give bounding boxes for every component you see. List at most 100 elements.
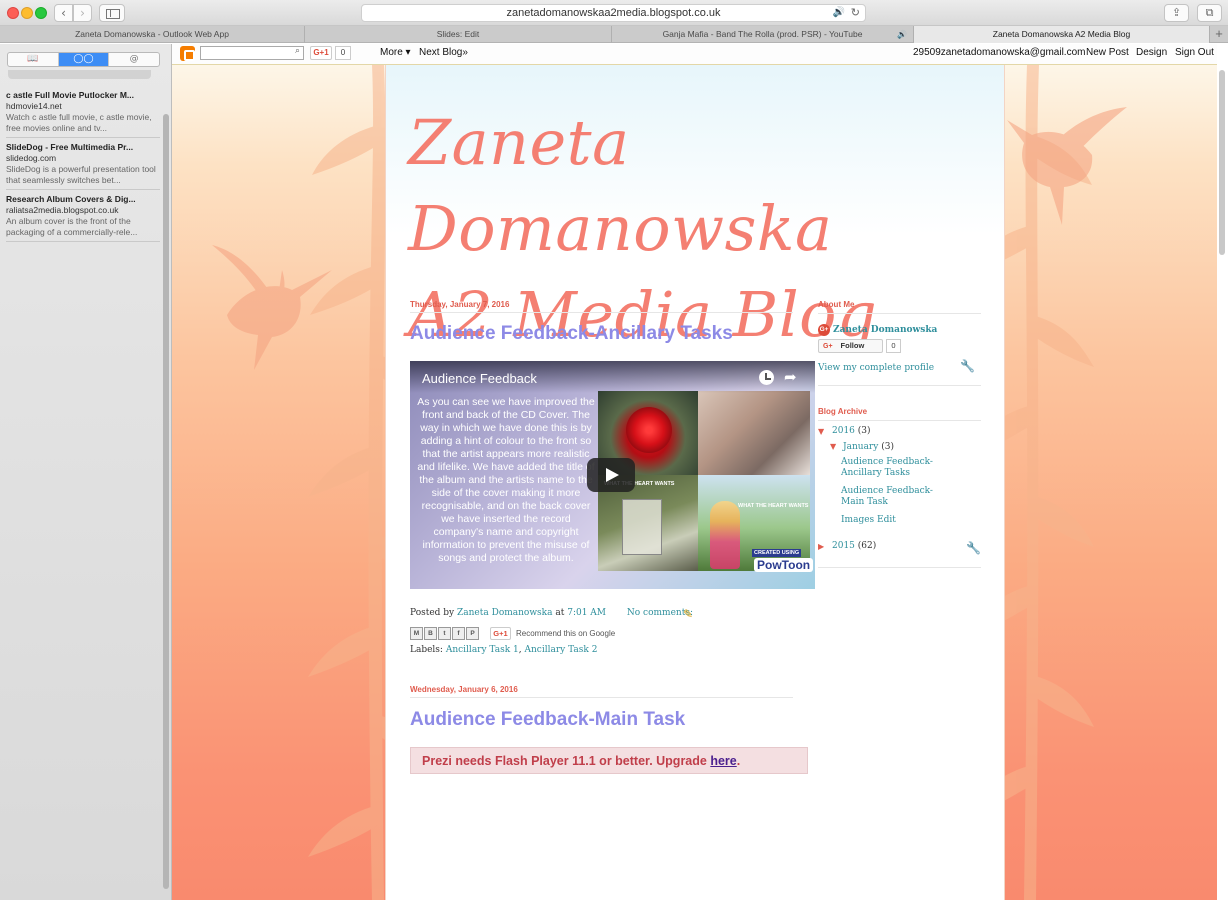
- powtoon-logo: CREATED USING PowToon: [752, 549, 814, 579]
- at-icon: @: [129, 54, 139, 64]
- speaker-icon[interactable]: 🔊: [897, 26, 907, 43]
- tab-outlook[interactable]: Zaneta Domanowska - Outlook Web App: [0, 26, 305, 43]
- embedded-video-player[interactable]: As you can see we have improved the fron…: [410, 361, 815, 589]
- profile-name-link[interactable]: Zaneta Domanowska: [833, 325, 937, 335]
- rose-image: [626, 407, 672, 453]
- speaker-icon[interactable]: 🔊: [833, 5, 845, 21]
- post-date-header: Wednesday, January 6, 2016: [410, 685, 793, 698]
- post-date-header: Thursday, January 7, 2016: [410, 300, 793, 313]
- widget-divider: [818, 385, 981, 386]
- blogger-navbar: ⌕ G+1 0 More ▾ Next Blog» 29509zanetadom…: [172, 44, 1217, 65]
- book-icon: 📖: [27, 54, 39, 64]
- pinterest-share-icon[interactable]: P: [466, 626, 479, 640]
- list-item[interactable]: Research Album Covers & Dig... raliatsa2…: [6, 193, 160, 242]
- new-tab-button[interactable]: +: [1210, 26, 1228, 43]
- gplus-share-button[interactable]: G+1: [490, 626, 511, 640]
- follow-count: 0: [886, 339, 901, 353]
- view-profile-link[interactable]: View my complete profile: [818, 363, 934, 373]
- address-bar[interactable]: zanetadomanowskaa2media.blogspot.co.uk 🔊…: [361, 4, 866, 22]
- blog-search-input[interactable]: ⌕: [200, 46, 304, 60]
- recommend-text: Recommend this on Google: [516, 628, 616, 638]
- tabs-icon: ⧉: [1205, 6, 1214, 19]
- new-post-link[interactable]: New Post: [1086, 47, 1129, 58]
- label-link-ancillary-2[interactable]: Ancillary Task 2: [525, 645, 598, 655]
- author-link[interactable]: Zaneta Domanowska: [457, 608, 552, 618]
- collage-couple-image: [698, 391, 810, 475]
- play-button[interactable]: [587, 458, 635, 492]
- archive-post-link[interactable]: Audience Feedback-Ancillary Tasks: [841, 457, 936, 479]
- flash-upgrade-link[interactable]: here: [710, 754, 736, 768]
- archive-year-2015[interactable]: 2015 (62): [832, 541, 876, 551]
- next-blog-link[interactable]: Next Blog»: [419, 47, 468, 58]
- gplus-button[interactable]: G+1: [310, 46, 332, 60]
- post-title[interactable]: Audience Feedback-Main Task: [410, 709, 685, 731]
- search-icon[interactable]: ⌕: [295, 46, 300, 56]
- list-item[interactable]: SlideDog - Free Multimedia Pr... slidedo…: [6, 141, 160, 190]
- design-link[interactable]: Design: [1136, 47, 1167, 58]
- blogger-logo-icon[interactable]: [180, 46, 195, 61]
- forward-button[interactable]: ›: [73, 4, 92, 22]
- tracklist-panel: [622, 499, 662, 555]
- archive-post-link[interactable]: Audience Feedback-Main Task: [841, 486, 951, 508]
- chevron-right-icon: ›: [80, 6, 85, 20]
- collapse-triangle-icon[interactable]: ▼: [818, 427, 824, 436]
- blog-container: Zaneta Domanowska A2 Media Blog Thursday…: [385, 65, 1005, 900]
- glasses-icon: ◯◯: [73, 54, 94, 64]
- email-share-icon[interactable]: M: [410, 626, 423, 640]
- back-button[interactable]: ‹: [54, 4, 73, 22]
- more-menu[interactable]: More ▾: [380, 47, 411, 58]
- reading-list-search[interactable]: [8, 70, 151, 79]
- watch-later-icon[interactable]: [759, 370, 774, 385]
- sidebar-toggle-button[interactable]: [99, 4, 125, 22]
- archive-post-link[interactable]: Images Edit: [841, 515, 896, 525]
- post-labels: Labels: Ancillary Task 1, Ancillary Task…: [410, 645, 598, 655]
- prezi-flash-warning: Prezi needs Flash Player 11.1 or better.…: [410, 747, 808, 774]
- post-time-link[interactable]: 7:01 AM: [567, 608, 606, 618]
- collapse-triangle-icon[interactable]: ▼: [830, 442, 836, 451]
- sidebar-scrollbar[interactable]: [163, 114, 169, 889]
- blog-title[interactable]: Zaneta Domanowska A2 Media Blog: [408, 100, 998, 358]
- shared-links-tab[interactable]: @: [109, 53, 159, 66]
- account-email[interactable]: 29509zanetadomanowska@gmail.com: [913, 47, 1085, 58]
- window-minimize-button[interactable]: [21, 7, 33, 19]
- list-item[interactable]: c astle Full Movie Putlocker M... hdmovi…: [6, 89, 160, 138]
- expand-triangle-icon[interactable]: ▶: [818, 542, 824, 551]
- twitter-share-icon[interactable]: t: [438, 626, 451, 640]
- tab-bar: Zaneta Domanowska - Outlook Web App Slid…: [0, 26, 1228, 43]
- window-close-button[interactable]: [7, 7, 19, 19]
- widget-divider: [818, 567, 981, 568]
- share-arrow-icon[interactable]: ➦: [784, 368, 797, 386]
- page-scrollbar[interactable]: [1219, 70, 1225, 255]
- sign-out-link[interactable]: Sign Out: [1175, 47, 1214, 58]
- reading-list-sidebar: 📖 ◯◯ @ c astle Full Movie Putlocker M...…: [0, 44, 172, 900]
- blog-archive-title: Blog Archive: [818, 407, 981, 421]
- video-caption-text: As you can see we have improved the fron…: [417, 396, 595, 564]
- sidebar-segmented-control: 📖 ◯◯ @: [7, 52, 160, 67]
- reading-list-tab[interactable]: ◯◯: [58, 53, 110, 66]
- archive-year-2016[interactable]: 2016 (3): [832, 426, 871, 436]
- post-meta: Posted by Zaneta Domanowska at 7:01 AM N…: [410, 608, 693, 618]
- wrench-icon[interactable]: 🔧: [960, 359, 975, 373]
- window-maximize-button[interactable]: [35, 7, 47, 19]
- pencil-icon[interactable]: ✎: [683, 607, 693, 621]
- post-title[interactable]: Audience Feedback-Ancillary Tasks: [410, 323, 733, 345]
- tab-youtube[interactable]: Ganja Mafia - Band The Rolla (prod. PSR)…: [612, 26, 914, 43]
- reload-icon[interactable]: ↻: [851, 5, 860, 21]
- share-icon: ⇪: [1171, 6, 1182, 19]
- browser-titlebar: ‹ › zanetadomanowskaa2media.blogspot.co.…: [0, 0, 1228, 26]
- share-button[interactable]: ⇪: [1164, 4, 1189, 22]
- artist-figure: [710, 501, 740, 569]
- archive-month-january[interactable]: January (3): [843, 442, 894, 452]
- follow-button[interactable]: G+ Follow: [818, 339, 883, 353]
- video-title[interactable]: Audience Feedback: [422, 371, 537, 386]
- about-me-title: About Me: [818, 300, 981, 314]
- tab-blog[interactable]: Zaneta Domanowska A2 Media Blog: [914, 26, 1210, 43]
- label-link-ancillary-1[interactable]: Ancillary Task 1: [446, 645, 519, 655]
- profile-row: G+ Zaneta Domanowska: [818, 324, 937, 336]
- tab-slides[interactable]: Slides: Edit: [305, 26, 612, 43]
- bookmarks-tab[interactable]: 📖: [8, 53, 59, 66]
- blogthis-share-icon[interactable]: B: [424, 626, 437, 640]
- wrench-icon[interactable]: 🔧: [966, 541, 981, 555]
- facebook-share-icon[interactable]: f: [452, 626, 465, 640]
- tab-overview-button[interactable]: ⧉: [1197, 4, 1222, 22]
